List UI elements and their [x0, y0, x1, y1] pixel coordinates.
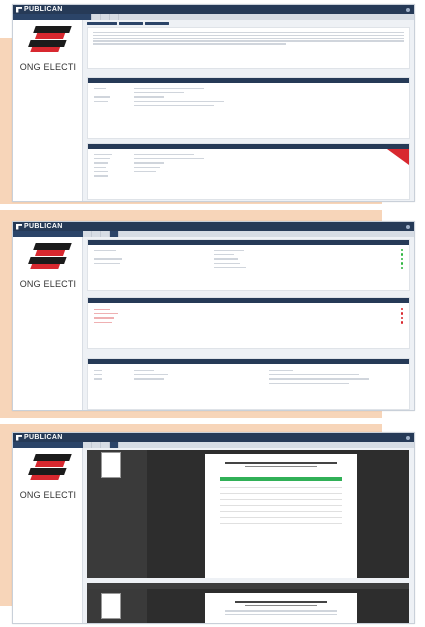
status-dot-icon [400, 316, 403, 320]
tab[interactable] [92, 442, 101, 448]
org-logo [26, 452, 73, 482]
org-name: ONG ELECTI [19, 279, 77, 289]
org-sidebar: ONG ELECTI [13, 20, 83, 201]
org-name: ONG ELECTI [19, 62, 77, 72]
tab[interactable] [92, 231, 101, 237]
panel-header [88, 298, 409, 303]
main-content [87, 22, 410, 200]
document-page [205, 454, 357, 578]
status-dot-icon [400, 262, 403, 265]
brand-name: PUBLICAN [24, 223, 63, 230]
logo-icon [16, 223, 22, 230]
brand-name: PUBLICAN [24, 434, 63, 441]
status-dot-icon [400, 321, 403, 324]
org-sidebar: ONG ELECTI [13, 448, 83, 623]
org-name: ONG ELECTI [19, 490, 77, 500]
tab[interactable] [101, 231, 110, 237]
tab[interactable] [101, 14, 110, 20]
status-dot-icon [400, 253, 403, 256]
history-panel [87, 358, 410, 410]
org-sidebar: ONG ELECTI [13, 237, 83, 410]
brand[interactable]: PUBLICAN [13, 434, 89, 441]
main-content [87, 239, 410, 410]
top-bar: PUBLICAN [13, 5, 414, 14]
document-thumbnail-icon[interactable] [101, 452, 121, 478]
bell-icon[interactable] [406, 435, 410, 440]
logo-icon [16, 6, 22, 13]
tab[interactable] [83, 14, 92, 20]
description-panel [87, 27, 410, 69]
screenshot-3: PUBLICAN ONG ELECTI [12, 432, 415, 624]
panel-header [88, 78, 409, 83]
top-bar: PUBLICAN [13, 433, 414, 442]
results-table [220, 477, 342, 524]
tab[interactable] [110, 14, 119, 20]
details-panel [87, 77, 410, 139]
bell-icon[interactable] [406, 224, 410, 229]
tab[interactable] [83, 442, 92, 448]
screenshot-2: PUBLICAN ONG ELECTI [12, 221, 415, 411]
org-subtitle [19, 502, 77, 505]
tab[interactable] [92, 14, 101, 20]
document-page [205, 593, 357, 623]
viewer-2 [87, 583, 409, 623]
action-button[interactable] [87, 22, 117, 25]
tab[interactable] [83, 231, 92, 237]
tab[interactable] [110, 442, 119, 448]
status-dot-icon [400, 308, 403, 311]
screenshot-1: PUBLICAN ONG ELECTI [12, 4, 415, 202]
org-subtitle [19, 291, 77, 294]
registration-panel [87, 143, 410, 200]
bell-icon[interactable] [406, 7, 410, 12]
org-subtitle [19, 74, 77, 77]
tab[interactable] [110, 231, 119, 237]
brand-name: PUBLICAN [24, 6, 63, 13]
status-dot-icon [400, 257, 403, 261]
panel-header [88, 144, 409, 149]
status-dot-icon [400, 312, 403, 315]
brand[interactable]: PUBLICAN [13, 223, 89, 230]
checks-panel [87, 239, 410, 291]
action-button[interactable] [119, 22, 143, 25]
brand[interactable]: PUBLICAN [13, 6, 89, 13]
status-dot-icon [400, 266, 403, 269]
org-logo [26, 241, 73, 271]
panel-header [88, 240, 409, 245]
action-button[interactable] [145, 22, 169, 25]
tab[interactable] [101, 442, 110, 448]
panel-header [88, 359, 409, 364]
org-logo [26, 24, 73, 54]
viewer-1 [87, 450, 409, 578]
logo-icon [16, 434, 22, 441]
document-thumbnail-icon[interactable] [101, 593, 121, 619]
status-dot-icon [400, 249, 403, 252]
action-buttons [87, 22, 169, 25]
top-bar: PUBLICAN [13, 222, 414, 231]
issues-panel [87, 297, 410, 349]
document-viewer [87, 450, 410, 623]
